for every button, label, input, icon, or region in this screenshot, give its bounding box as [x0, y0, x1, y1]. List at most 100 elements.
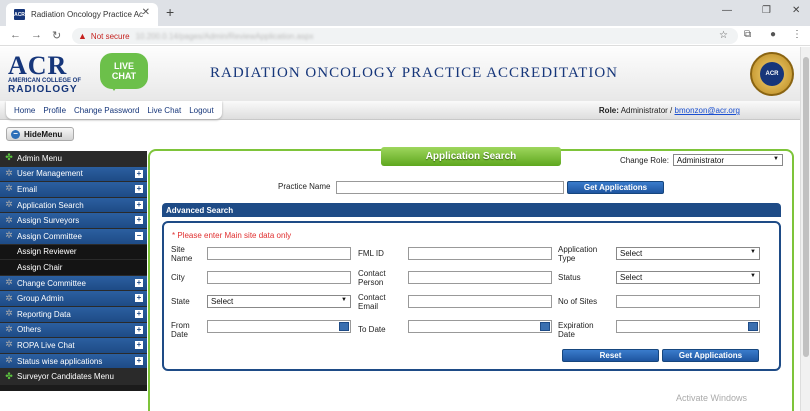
contact-person-label: Contact Person: [358, 269, 386, 287]
vertical-scrollbar[interactable]: [800, 47, 810, 411]
sidebar-item-assign-committee[interactable]: ✲ Assign Committee −: [0, 228, 147, 245]
sidebar-item-admin-menu[interactable]: ✤ Admin Menu: [0, 151, 147, 167]
menu-live-chat[interactable]: Live Chat: [147, 106, 181, 115]
expand-icon[interactable]: +: [135, 216, 143, 225]
dropdown-arrow-icon: ▼: [750, 273, 756, 279]
calendar-icon[interactable]: [748, 322, 758, 331]
fml-id-input[interactable]: [408, 247, 552, 260]
hide-menu-button[interactable]: − HideMenu: [6, 127, 74, 141]
reload-icon[interactable]: ↻: [52, 29, 61, 42]
city-input[interactable]: [207, 271, 351, 284]
site-title: RADIATION ONCOLOGY PRACTICE ACCREDITATIO…: [210, 65, 618, 81]
change-role-select[interactable]: Administrator ▼: [672, 154, 783, 166]
role-value: Administrator /: [620, 106, 673, 115]
sidebar-item-email[interactable]: ✲ Email +: [0, 182, 147, 198]
menu-home[interactable]: Home: [14, 106, 35, 115]
sidebar-item-group-admin[interactable]: ✲ Group Admin +: [0, 291, 147, 307]
gear-icon: ✲: [5, 355, 13, 366]
admin-sidebar: ✤ Admin Menu ✲ User Management + ✲ Email + ✲ Appl…: [0, 151, 147, 391]
get-applications-button[interactable]: Get Applications: [567, 181, 664, 194]
site-header: ACR AMERICAN COLLEGE OF RADIOLOGY LIVE C…: [0, 47, 800, 101]
from-date-input[interactable]: [207, 320, 351, 333]
sidebar-item-label: Change Committee: [17, 278, 86, 288]
cast-icon[interactable]: ⧉: [744, 29, 751, 40]
dropdown-arrow-icon: ▼: [341, 297, 347, 303]
sidebar-item-label: Admin Menu: [17, 153, 62, 163]
gear-icon: ✲: [5, 214, 13, 225]
status-select[interactable]: Select ▼: [616, 271, 760, 284]
forward-icon[interactable]: →: [31, 29, 42, 41]
collapse-icon[interactable]: −: [135, 231, 143, 240]
browser-tab[interactable]: ACR Radiation Oncology Practice Acc ✕: [6, 3, 158, 26]
sidebar-item-user-management[interactable]: ✲ User Management +: [0, 166, 147, 183]
expand-icon[interactable]: +: [135, 200, 143, 209]
sidebar-item-label: Assign Chair: [17, 262, 63, 272]
expand-icon[interactable]: +: [135, 278, 143, 287]
url-field[interactable]: ▲ Not secure 10.200.0.14/pages/Admin/Rev…: [72, 28, 738, 44]
bookmark-star-icon[interactable]: ☆: [719, 30, 728, 41]
expand-icon[interactable]: +: [135, 325, 143, 334]
sidebar-item-application-search[interactable]: ✲ Application Search +: [0, 197, 147, 214]
contact-email-input[interactable]: [408, 295, 552, 308]
expand-icon[interactable]: +: [135, 294, 143, 303]
gear-icon: ✲: [5, 183, 13, 194]
sidebar-item-reporting-data[interactable]: ✲ Reporting Data +: [0, 306, 147, 323]
sidebar-item-assign-reviewer[interactable]: Assign Reviewer: [0, 244, 147, 261]
change-role: Change Role: Administrator ▼: [620, 154, 783, 166]
more-menu-icon[interactable]: ⋮: [792, 29, 802, 40]
expiration-date-input[interactable]: [616, 320, 760, 333]
state-select[interactable]: Select ▼: [207, 295, 351, 308]
sidebar-item-status-wise-applications[interactable]: ✲ Status wise applications +: [0, 353, 147, 370]
sidebar-item-label: Application Search: [17, 200, 84, 210]
menu-change-password[interactable]: Change Password: [74, 106, 139, 115]
practice-name-input[interactable]: [336, 181, 564, 194]
user-email-link[interactable]: bmonzon@acr.org: [675, 106, 741, 115]
no-of-sites-label: No of Sites: [558, 297, 598, 306]
scrollbar-thumb[interactable]: [803, 57, 809, 357]
sidebar-item-assign-chair[interactable]: Assign Chair: [0, 260, 147, 276]
practice-name-label: Practice Name: [278, 182, 331, 191]
minimize-icon[interactable]: —: [722, 5, 732, 16]
warning-icon: ▲: [78, 31, 87, 41]
gear-icon: ✲: [5, 167, 13, 178]
live-chat-logo[interactable]: LIVE CHAT: [100, 53, 148, 91]
expand-icon[interactable]: +: [135, 309, 143, 318]
sidebar-item-assign-surveyors[interactable]: ✲ Assign Surveyors +: [0, 213, 147, 229]
calendar-icon[interactable]: [339, 322, 349, 331]
expand-icon[interactable]: +: [135, 356, 143, 365]
sidebar-item-others[interactable]: ✲ Others +: [0, 322, 147, 339]
new-tab-icon[interactable]: +: [166, 4, 174, 20]
restore-icon[interactable]: ❐: [762, 5, 771, 16]
back-icon[interactable]: ←: [10, 29, 21, 41]
expand-icon[interactable]: +: [135, 341, 143, 350]
site-name-input[interactable]: [207, 247, 351, 260]
expand-icon[interactable]: +: [135, 169, 143, 178]
acr-logo[interactable]: ACR AMERICAN COLLEGE OF RADIOLOGY: [8, 51, 86, 95]
livechat-bottom: CHAT: [111, 71, 137, 81]
top-menu: Home Profile Change Password Live Chat L…: [6, 101, 222, 119]
sidebar-item-label: Status wise applications: [17, 356, 103, 366]
to-date-input[interactable]: [408, 320, 552, 333]
sidebar-item-ropa-live-chat[interactable]: ✲ ROPA Live Chat +: [0, 338, 147, 354]
reset-button[interactable]: Reset: [562, 349, 659, 362]
menu-profile[interactable]: Profile: [43, 106, 66, 115]
get-applications-button-2[interactable]: Get Applications: [662, 349, 759, 362]
sidebar-item-change-committee[interactable]: ✲ Change Committee +: [0, 275, 147, 292]
application-type-select[interactable]: Select ▼: [616, 247, 760, 260]
state-value: Select: [211, 297, 234, 306]
sidebar-item-label: Email: [17, 184, 38, 194]
menu-logout[interactable]: Logout: [189, 106, 213, 115]
sidebar-item-surveyor-candidates-menu[interactable]: ✤ Surveyor Candidates Menu: [0, 369, 147, 385]
calendar-icon[interactable]: [540, 322, 550, 331]
profile-icon[interactable]: ●: [770, 29, 776, 40]
contact-person-input[interactable]: [408, 271, 552, 284]
no-of-sites-input[interactable]: [616, 295, 760, 308]
close-window-icon[interactable]: ✕: [792, 5, 800, 16]
address-bar: ← → ↻ ▲ Not secure 10.200.0.14/pages/Adm…: [0, 26, 810, 46]
accreditation-seal-icon: ACR: [750, 52, 794, 96]
logo-acr-text: ACR: [8, 51, 68, 80]
tree-icon: ✤: [5, 370, 13, 381]
close-tab-icon[interactable]: ✕: [142, 7, 150, 18]
expand-icon[interactable]: +: [135, 185, 143, 194]
activate-windows-watermark: Activate Windows: [676, 393, 748, 403]
